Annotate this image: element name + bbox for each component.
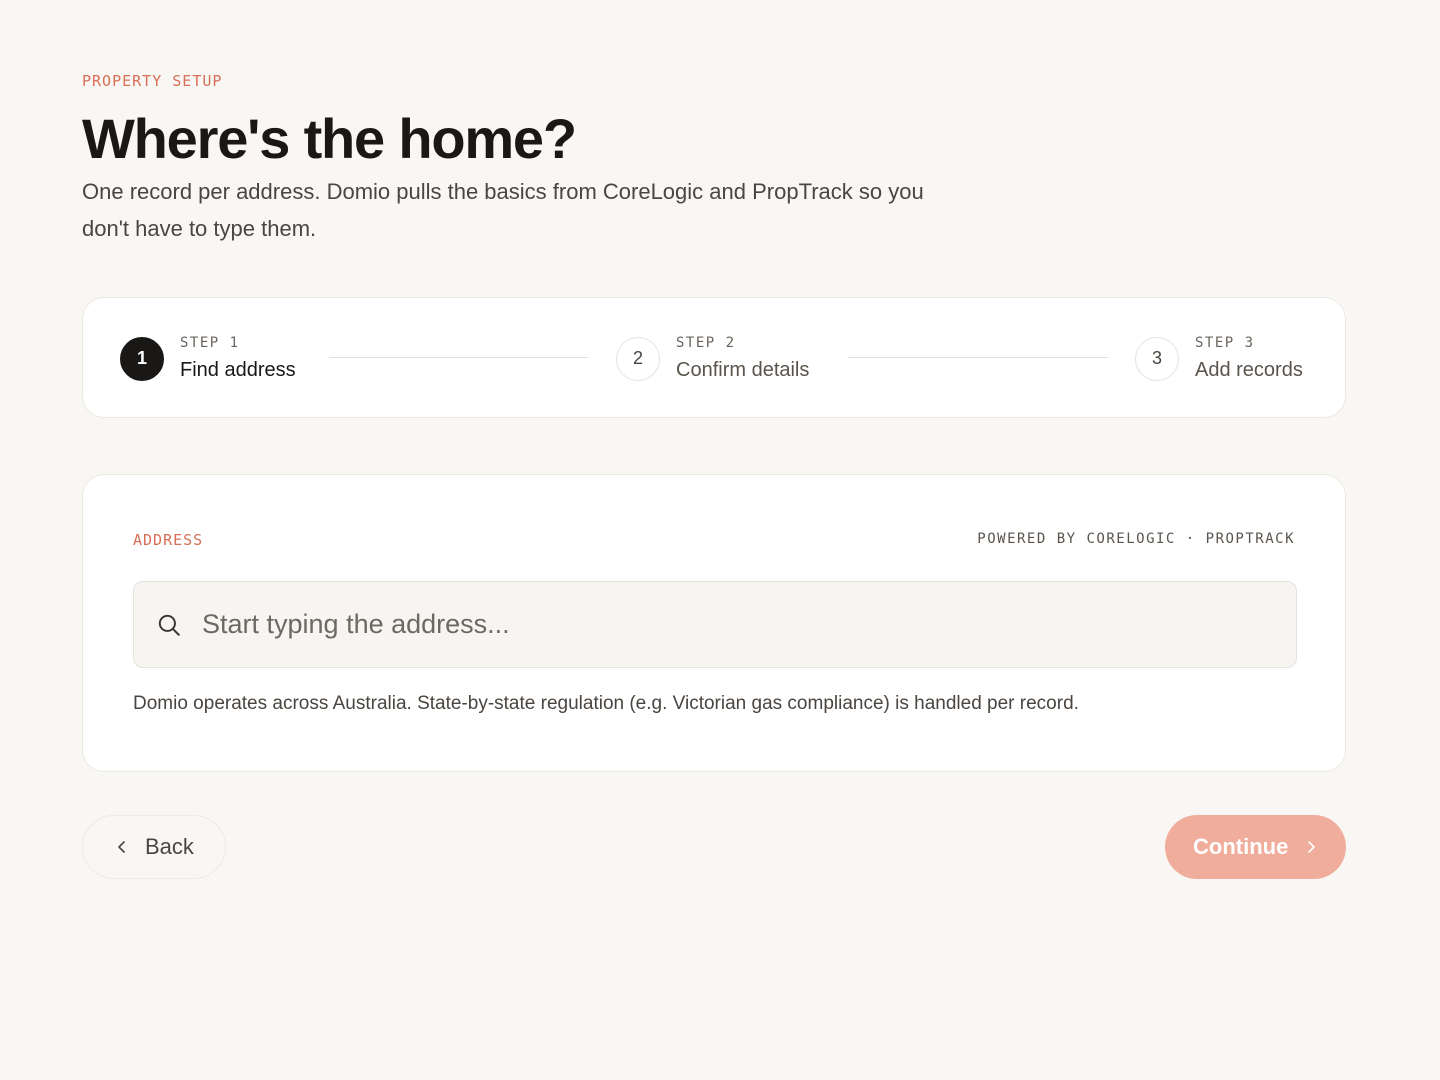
- continue-button-label: Continue: [1193, 834, 1289, 859]
- address-field-label: ADDRESS: [133, 531, 204, 549]
- step-confirm-details[interactable]: 2 STEP 2 Confirm details: [616, 298, 809, 419]
- step-label: Find address: [180, 359, 296, 381]
- back-button[interactable]: Back: [82, 815, 226, 879]
- section-eyebrow: PROPERTY SETUP: [82, 72, 223, 90]
- step-find-address[interactable]: 1 STEP 1 Find address: [120, 298, 296, 419]
- address-card: ADDRESS POWERED BY CORELOGIC · PROPTRACK…: [82, 474, 1346, 772]
- step-connector: [329, 357, 588, 358]
- step-number-badge: 2: [616, 336, 660, 381]
- step-number-badge: 3: [1135, 336, 1179, 381]
- back-button-label: Back: [145, 834, 194, 859]
- step-kicker: STEP 1: [180, 335, 240, 351]
- step-label: Confirm details: [676, 359, 810, 381]
- continue-button[interactable]: Continue: [1165, 815, 1346, 879]
- address-search-box[interactable]: [133, 581, 1297, 668]
- step-kicker: STEP 3: [1195, 335, 1255, 351]
- progress-stepper: 1 STEP 1 Find address 2 STEP 2 Confirm d…: [82, 297, 1346, 418]
- property-setup-page: PROPERTY SETUP Where's the home? One rec…: [0, 0, 1440, 1080]
- page-subtitle: One record per address. Domio pulls the …: [82, 179, 924, 241]
- address-search-input[interactable]: [202, 609, 1296, 640]
- coverage-helper-text: Domio operates across Australia. State-b…: [133, 693, 1079, 714]
- page-title: Where's the home?: [82, 107, 577, 170]
- search-icon: [158, 614, 180, 636]
- step-kicker: STEP 2: [676, 335, 736, 351]
- chevron-left-icon: [118, 841, 125, 853]
- step-add-records[interactable]: 3 STEP 3 Add records: [1135, 298, 1303, 419]
- step-connector: [848, 357, 1108, 358]
- step-number-badge: 1: [120, 336, 164, 381]
- step-label: Add records: [1195, 359, 1303, 381]
- chevron-right-icon: [1308, 841, 1316, 853]
- powered-by-note: POWERED BY CORELOGIC · PROPTRACK: [977, 531, 1295, 547]
